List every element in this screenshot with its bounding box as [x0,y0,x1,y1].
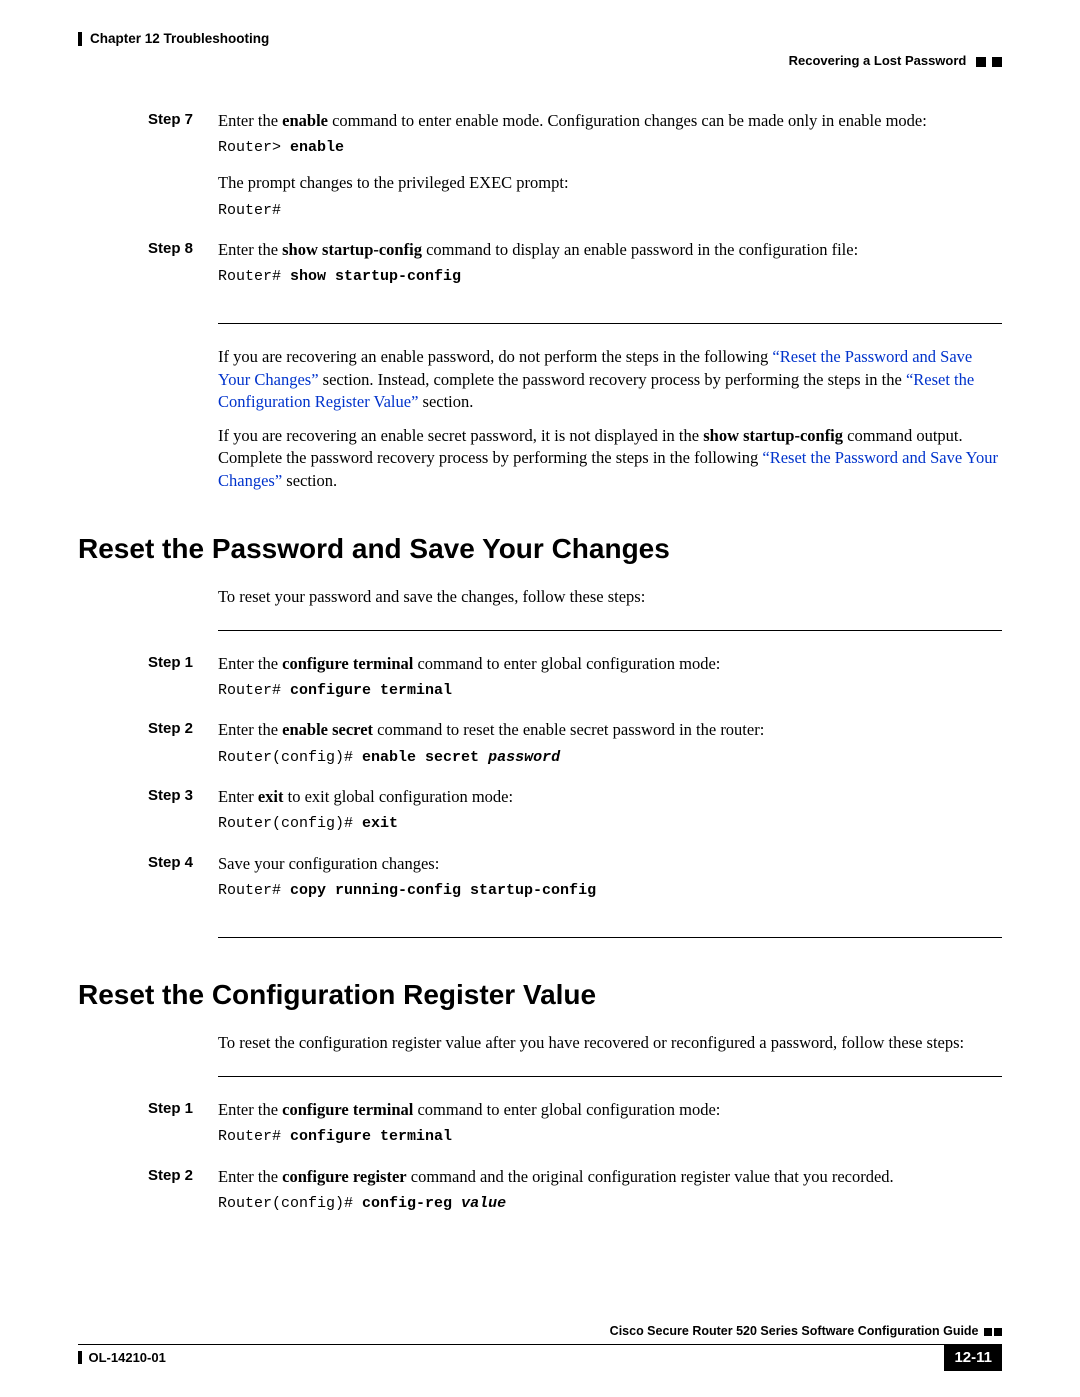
page-footer: Cisco Secure Router 520 Series Software … [78,1323,1002,1371]
chapter-label: Chapter 12 Troubleshooting [90,30,269,48]
step-1: Step 1 Enter the configure terminal comm… [148,1099,1002,1162]
paragraph: If you are recovering an enable password… [218,346,1002,413]
step-label: Step 7 [148,110,218,235]
guide-title: Cisco Secure Router 520 Series Software … [610,1324,979,1338]
paragraph: If you are recovering an enable secret p… [218,425,1002,492]
heading-reset-password: Reset the Password and Save Your Changes [78,530,1002,568]
step-2: Step 2 Enter the enable secret command t… [148,719,1002,782]
step-4: Step 4 Save your configuration changes: … [148,853,1002,916]
divider [218,937,1002,938]
step-1: Step 1 Enter the configure terminal comm… [148,653,1002,716]
heading-reset-config-register: Reset the Configuration Register Value [78,976,1002,1014]
page-number: 12-11 [944,1345,1002,1371]
intro-text: To reset your password and save the chan… [218,586,1002,608]
divider [218,323,1002,324]
step-2: Step 2 Enter the configure register comm… [148,1166,1002,1229]
section-header: Recovering a Lost Password [78,52,1002,70]
step-label: Step 8 [148,239,218,302]
step-3: Step 3 Enter exit to exit global configu… [148,786,1002,849]
chapter-header: Chapter 12 Troubleshooting [78,30,1002,48]
step-8: Step 8 Enter the show startup-config com… [148,239,1002,302]
doc-id: OL-14210-01 [89,1349,166,1367]
intro-text: To reset the configuration register valu… [218,1032,1002,1054]
step-7: Step 7 Enter the enable command to enter… [148,110,1002,235]
divider [218,630,1002,631]
divider [218,1076,1002,1077]
